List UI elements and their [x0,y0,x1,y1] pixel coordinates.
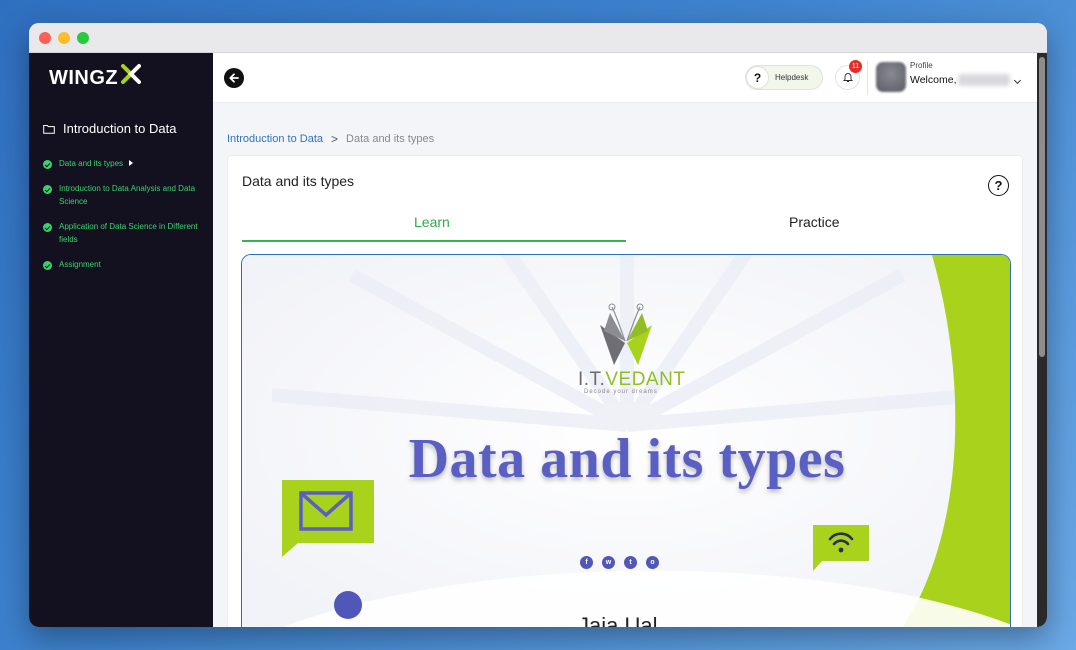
window-titlebar [29,23,1047,53]
minimize-window-button[interactable] [58,31,70,44]
notification-count-badge: 11 [849,60,862,73]
wingz-logo[interactable]: WINGZ [49,63,142,90]
arrow-left-icon [229,73,239,83]
top-bar: ? Helpdesk 11 Profile Welcome, [213,53,1047,103]
course-title-label: Introduction to Data [63,121,177,136]
sidebar-item-label: Application of Data Science in Different… [59,222,198,244]
scrollbar-thumb[interactable] [1039,57,1045,357]
app-container: WINGZ Introduction to Data Data and its … [29,53,1047,627]
browser-window: WINGZ Introduction to Data Data and its … [29,23,1047,627]
sidebar-item-label: Data and its types [59,159,124,168]
sidebar-item-label: Assignment [59,260,101,269]
question-icon: ? [746,66,769,89]
caret-right-icon [129,160,134,166]
breadcrumb-current: Data and its types [346,133,435,145]
course-title[interactable]: Introduction to Data [43,121,176,136]
whatsapp-icon: w [602,556,615,569]
helpdesk-button[interactable]: ? Helpdesk [745,65,823,90]
breadcrumb-separator: > [331,132,339,146]
facebook-icon: f [580,556,593,569]
social-icons: f w t o [580,556,659,569]
profile-label: Profile [910,61,933,70]
sidebar-item-data-analysis[interactable]: Introduction to Data Analysis and Data S… [43,184,208,208]
check-icon [43,223,52,232]
check-icon [43,160,52,169]
bell-icon [842,73,853,82]
tab-learn[interactable]: Learn [414,214,450,230]
sidebar-item-label: Introduction to Data Analysis and Data S… [59,184,196,206]
twitter-icon: t [624,556,637,569]
close-window-button[interactable] [39,31,51,44]
welcome-text: Welcome, [910,74,957,86]
check-icon [43,185,52,194]
tab-practice[interactable]: Practice [789,214,840,230]
redacted-user-name [958,74,1010,86]
back-button[interactable] [224,68,244,88]
lesson-list: Data and its types Introduction to Data … [43,159,208,285]
sidebar-item-data-types[interactable]: Data and its types [43,159,208,170]
sidebar: WINGZ Introduction to Data Data and its … [29,53,213,627]
breadcrumb: Introduction to Data > Data and its type… [227,132,434,146]
breadcrumb-link-parent[interactable]: Introduction to Data [227,133,323,145]
sidebar-item-assignment[interactable]: Assignment [43,260,208,271]
logo-mark-icon [121,63,142,84]
chevron-down-icon[interactable] [1013,76,1022,85]
avatar[interactable] [876,62,906,92]
brand-suffix: VEDANT [605,369,686,390]
help-icon[interactable]: ? [988,175,1009,196]
maximize-window-button[interactable] [77,31,89,44]
active-tab-indicator [242,240,626,242]
brand-tagline: Decode your dreams [584,389,658,395]
lesson-slide: I.T.VEDANT Decode your dreams Data and i… [241,254,1011,627]
brand-prefix: I.T. [578,369,606,390]
instagram-icon: o [646,556,659,569]
main-content: ? Helpdesk 11 Profile Welcome, Introduct… [213,53,1047,627]
topbar-divider [867,61,868,95]
folder-icon [43,124,55,134]
lesson-title: Data and its types [242,173,355,189]
slide-heading: Data and its types [408,428,846,490]
sidebar-item-data-science-application[interactable]: Application of Data Science in Different… [43,222,208,246]
check-icon [43,261,52,270]
page-scrollbar[interactable] [1037,53,1047,627]
helpdesk-label: Helpdesk [775,73,809,82]
lesson-card: Data and its types ? Learn Practice I.T.… [227,155,1023,627]
logo-text: WINGZ [49,67,119,89]
slide-footer-text: Jaja Ual [578,613,658,627]
brand-wordmark: I.T.VEDANT [578,369,685,391]
